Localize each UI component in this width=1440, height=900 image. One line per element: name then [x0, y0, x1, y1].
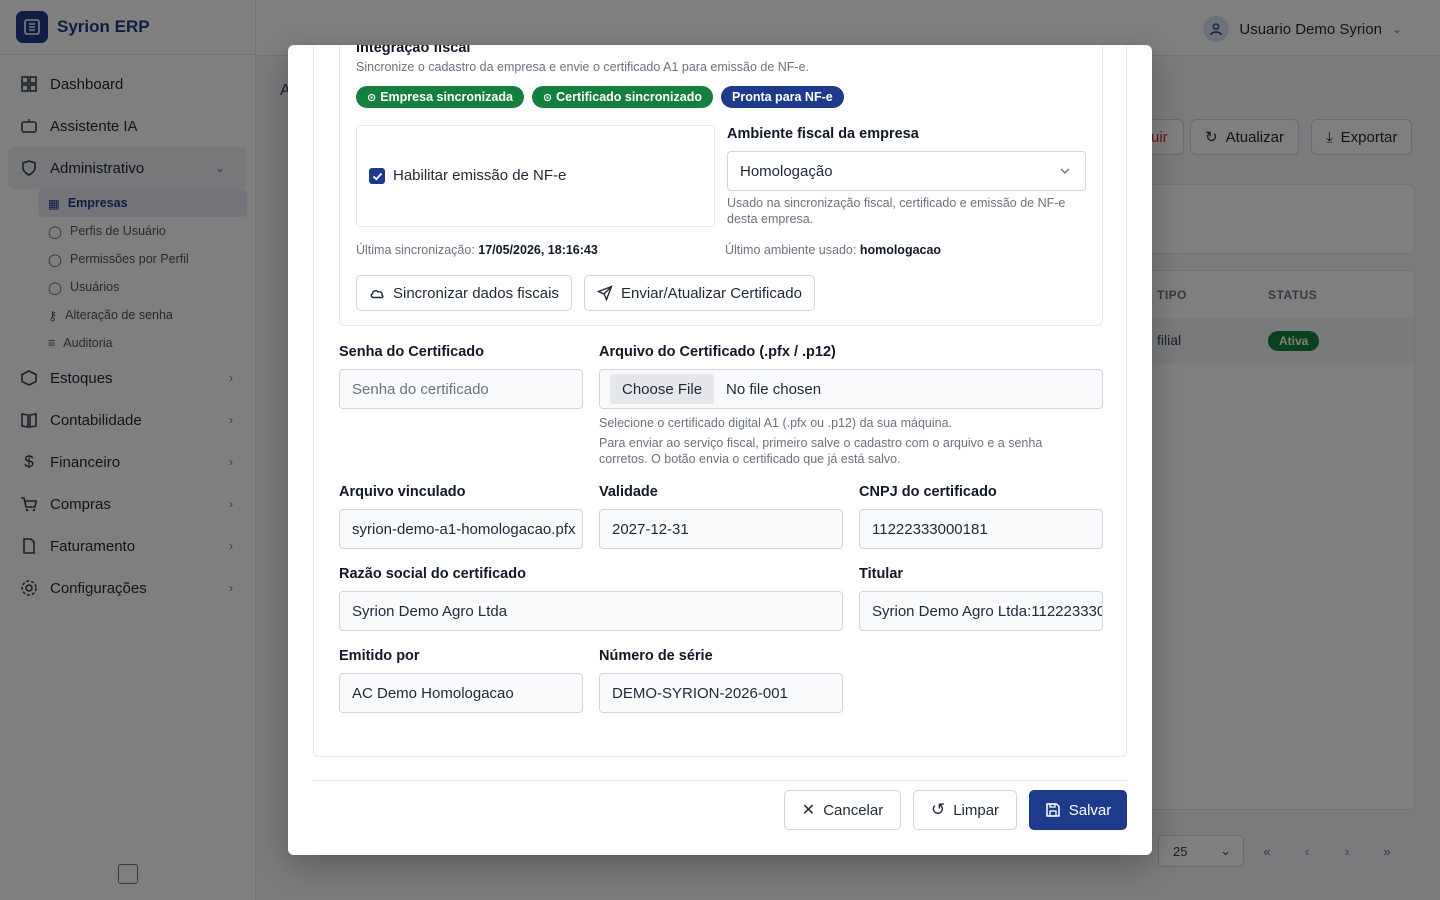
last-env-value: homologacao [859, 243, 942, 257]
save-icon [1045, 803, 1060, 817]
linked-file-input[interactable]: syrion-demo-a1-homologacao.pfx [339, 509, 583, 549]
cert-file-input[interactable]: Choose File No file chosen [599, 369, 1103, 409]
fiscal-env-help: Usado na sincronização fiscal, certifica… [727, 196, 1066, 226]
last-sync-value: 17/05/2026, 18:16:43 [478, 243, 598, 257]
validity-input[interactable]: 2027-12-31 [599, 509, 843, 549]
cloud-icon [370, 290, 384, 299]
titular-value: Syrion Demo Agro Ltda:11222333000181 [872, 602, 1103, 620]
close-icon: ✕ [801, 802, 816, 819]
cert-password-placeholder: Senha do certificado [352, 380, 489, 398]
chevron-down-icon [1060, 168, 1070, 174]
check-circle-icon: ⊙ [542, 91, 553, 104]
razao-social-value: Syrion Demo Agro Ltda [352, 602, 508, 620]
fiscal-env-select[interactable]: Homologação [727, 151, 1086, 191]
serial-value: DEMO-SYRION-2026-001 [612, 684, 788, 702]
enable-nfe-label: Habilitar emissão de NF-e [393, 167, 567, 184]
fiscal-env-label: Ambiente fiscal da empresa [727, 126, 919, 142]
validity-value: 2027-12-31 [612, 520, 689, 538]
choose-file-button[interactable]: Choose File [610, 374, 715, 404]
check-circle-icon: ⊙ [367, 91, 377, 104]
certificate-section: Integração fiscal Sincronize o cadastro … [313, 45, 1127, 757]
cert-password-input[interactable]: Senha do certificado [339, 369, 583, 409]
sync-fiscal-button[interactable]: Sincronizar dados fiscais [356, 275, 572, 311]
cert-cnpj-label: CNPJ do certificado [859, 484, 997, 500]
send-certificate-button[interactable]: Enviar/Atualizar Certificado [584, 275, 815, 311]
issuer-label: Emitido por [339, 648, 420, 664]
cert-cnpj-value: 11222333000181 [872, 520, 988, 538]
cert-password-label: Senha do Certificado [339, 344, 485, 360]
linked-file-value: syrion-demo-a1-homologacao.pfx [352, 520, 576, 538]
badge-label: Empresa sincronizada [380, 90, 513, 104]
badge-label: Pronta para NF-e [732, 90, 833, 104]
linked-file-label: Arquivo vinculado [339, 484, 466, 500]
issuer-input[interactable]: AC Demo Homologacao [339, 673, 583, 713]
validity-label: Validade [599, 484, 658, 500]
fiscal-title: Integração fiscal [356, 45, 471, 56]
modal-footer-divider [313, 780, 1127, 781]
razao-social-input[interactable]: Syrion Demo Agro Ltda [339, 591, 843, 631]
fiscal-integration-card: Integração fiscal Sincronize o cadastro … [339, 45, 1103, 326]
cancel-label: Cancelar [823, 801, 884, 819]
nfe-ready-badge: Pronta para NF-e [721, 86, 844, 108]
fiscal-env-value: Homologação [740, 162, 833, 180]
save-label: Salvar [1068, 801, 1112, 819]
titular-input[interactable]: Syrion Demo Agro Ltda:11222333000181 [859, 591, 1103, 631]
issuer-value: AC Demo Homologacao [352, 684, 514, 702]
badge-label: Certificado sincronizado [556, 90, 702, 104]
serial-input[interactable]: DEMO-SYRION-2026-001 [599, 673, 843, 713]
send-certificate-label: Enviar/Atualizar Certificado [621, 284, 802, 302]
fiscal-status-badges: ⊙ Empresa sincronizada ⊙ Certificado sincr… [356, 86, 844, 108]
last-env-label: Último ambiente usado: [725, 243, 857, 257]
company-modal: Integração fiscal Sincronize o cadastro … [288, 45, 1152, 855]
save-button[interactable]: Salvar [1029, 790, 1127, 830]
titular-label: Titular [859, 566, 904, 582]
last-sync-label: Última sincronização: [356, 243, 475, 257]
cert-file-help: Selecione o certificado digital A1 (.pfx… [599, 416, 952, 430]
serial-label: Número de série [599, 648, 713, 664]
sync-fiscal-label: Sincronizar dados fiscais [393, 284, 559, 302]
cert-file-note: Para enviar ao serviço fiscal, primeiro … [599, 436, 1043, 466]
last-sync: Última sincronização: 17/05/2026, 18:16:… [356, 243, 598, 257]
cancel-button[interactable]: ✕ Cancelar [784, 790, 901, 830]
cert-file-label: Arquivo do Certificado (.pfx / .p12) [599, 344, 836, 360]
certificate-synced-badge: ⊙ Certificado sincronizado [531, 86, 713, 108]
fiscal-subtitle: Sincronize o cadastro da empresa e envie… [356, 60, 810, 74]
last-env: Último ambiente usado: homologacao [725, 243, 941, 257]
clear-button[interactable]: ↺ Limpar [913, 790, 1017, 830]
clear-label: Limpar [953, 801, 1000, 819]
razao-social-label: Razão social do certificado [339, 566, 526, 582]
company-synced-badge: ⊙ Empresa sincronizada [356, 86, 524, 108]
send-icon [597, 285, 613, 301]
file-status: No file chosen [726, 380, 822, 398]
enable-nfe-box: Habilitar emissão de NF-e [356, 125, 715, 227]
enable-nfe-checkbox[interactable] [369, 168, 385, 184]
cert-cnpj-input[interactable]: 11222333000181 [859, 509, 1103, 549]
reset-icon: ↺ [930, 800, 946, 819]
